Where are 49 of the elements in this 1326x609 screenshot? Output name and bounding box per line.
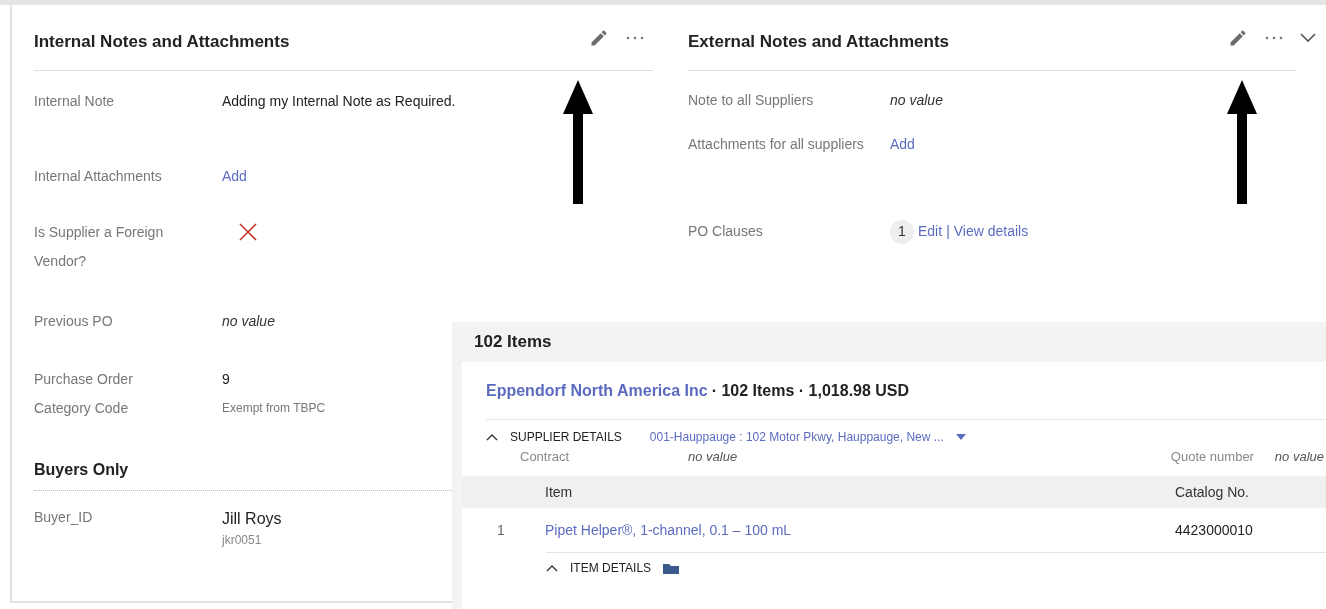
folder-icon[interactable]: [663, 561, 680, 574]
section-label: ITEM DETAILS: [570, 559, 652, 577]
more-icon[interactable]: [625, 34, 645, 41]
separator: |: [946, 222, 950, 241]
chevron-up-icon[interactable]: [546, 563, 558, 572]
chevron-down-icon[interactable]: [1300, 32, 1316, 43]
column-header: Item: [544, 482, 574, 502]
section-title: Buyers Only: [34, 460, 129, 480]
field-label: Internal Note: [34, 92, 116, 111]
item-link[interactable]: Pipet Helper®, 1-channel, 0.1 – 100 mL: [545, 519, 1175, 541]
buyer-id: jkr0051: [222, 532, 263, 549]
order-summary: · 102 Items · 1,018.98 USD: [711, 380, 910, 401]
field-value: 9: [222, 370, 231, 389]
field-value: Adding my Internal Note as Required.: [222, 93, 456, 109]
field-label: PO Clauses: [688, 222, 764, 241]
edit-link[interactable]: Edit: [918, 218, 943, 245]
column-header: Catalog No.: [1175, 482, 1250, 502]
field-label: Note to all Suppliers: [688, 91, 815, 110]
supplier-link[interactable]: Eppendorf North America Inc: [486, 378, 708, 403]
add-link[interactable]: Add: [222, 168, 247, 184]
buyer-name: Jill Roys: [222, 509, 282, 529]
chevron-up-icon[interactable]: [486, 433, 498, 441]
field-label: Previous PO: [34, 312, 114, 331]
section-label: SUPPLIER DETAILS: [510, 429, 622, 446]
field-label: Is Supplier a Foreign Vendor?: [34, 223, 165, 271]
field-label: Quote number: [1170, 448, 1255, 467]
panel-title: Internal Notes and Attachments: [34, 30, 291, 53]
field-value: no value: [688, 448, 739, 467]
view-details-link[interactable]: View details: [953, 218, 1029, 245]
field-value: no value: [890, 92, 943, 108]
field-value: no value: [1274, 448, 1325, 467]
count-badge: 1: [890, 219, 914, 244]
pencil-icon[interactable]: [1228, 27, 1248, 48]
field-label: Buyer_ID: [34, 508, 94, 527]
field-label: Contract: [520, 448, 571, 467]
pencil-icon[interactable]: [589, 27, 609, 48]
address-dropdown[interactable]: 001-Hauppauge : 102 Motor Pkwy, Hauppauge, New ...: [649, 428, 966, 446]
field-subtext: Exempt from TBPC: [222, 400, 326, 417]
catalog-number: 4423000010: [1175, 520, 1254, 540]
field-value: no value: [222, 313, 275, 329]
row-number: 1: [496, 520, 506, 540]
field-label: Internal Attachments: [34, 167, 163, 186]
panel-title: External Notes and Attachments: [688, 30, 951, 53]
add-link[interactable]: Add: [890, 136, 915, 152]
field-label: Attachments for all suppliers: [688, 135, 865, 154]
caret-icon: [955, 434, 966, 440]
more-icon[interactable]: [1264, 34, 1284, 41]
field-label: Purchase Order Category Code: [34, 370, 134, 418]
items-title: 102 Items: [474, 331, 552, 354]
